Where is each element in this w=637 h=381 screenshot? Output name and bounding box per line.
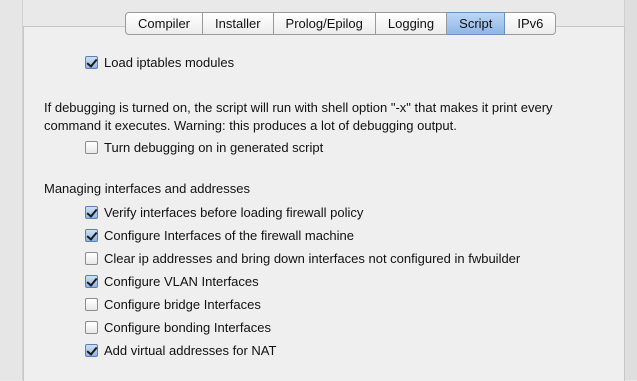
load-iptables-label: Load iptables modules — [104, 54, 235, 70]
section-heading: Managing interfaces and addresses — [44, 181, 250, 196]
debugging-note-line-1: If debugging is turned on, the script wi… — [44, 100, 553, 115]
tab-bar: Compiler Installer Prolog/Epilog Logging… — [125, 12, 557, 35]
configure-vlan-checkbox[interactable] — [85, 274, 98, 288]
configure-bonding-option[interactable]: Configure bonding Interfaces — [85, 318, 271, 336]
load-iptables-checkbox[interactable] — [85, 55, 98, 69]
configure-bridge-label: Configure bridge Interfaces — [104, 296, 261, 312]
configure-interfaces-label: Configure Interfaces of the firewall mac… — [104, 227, 355, 243]
clear-ip-addresses-checkbox[interactable] — [85, 251, 98, 265]
verify-interfaces-option[interactable]: Verify interfaces before loading firewal… — [85, 203, 363, 221]
tab-ipv6[interactable]: IPv6 — [505, 12, 557, 35]
configure-vlan-label: Configure VLAN Interfaces — [104, 273, 259, 289]
debugging-note-line-2: command it executes. Warning: this produ… — [44, 118, 457, 133]
configure-interfaces-option[interactable]: Configure Interfaces of the firewall mac… — [85, 226, 354, 244]
configure-bonding-checkbox[interactable] — [85, 320, 98, 334]
add-virtual-addresses-label: Add virtual addresses for NAT — [104, 342, 277, 358]
configure-bonding-label: Configure bonding Interfaces — [104, 319, 271, 335]
window-left-edge — [0, 0, 23, 380]
verify-interfaces-checkbox[interactable] — [85, 205, 98, 219]
configure-bridge-option[interactable]: Configure bridge Interfaces — [85, 295, 261, 313]
tab-installer[interactable]: Installer — [203, 12, 274, 35]
configure-bridge-checkbox[interactable] — [85, 297, 98, 311]
turn-debugging-option[interactable]: Turn debugging on in generated script — [85, 138, 323, 156]
verify-interfaces-label: Verify interfaces before loading firewal… — [104, 204, 364, 220]
add-virtual-addresses-option[interactable]: Add virtual addresses for NAT — [85, 341, 276, 359]
tab-script[interactable]: Script — [447, 12, 506, 35]
clear-ip-addresses-option[interactable]: Clear ip addresses and bring down interf… — [85, 249, 520, 267]
tab-prolog-epilog[interactable]: Prolog/Epilog — [273, 12, 376, 35]
turn-debugging-checkbox[interactable] — [85, 140, 98, 154]
configure-interfaces-checkbox[interactable] — [85, 228, 98, 242]
tab-logging[interactable]: Logging — [375, 12, 448, 35]
tab-compiler[interactable]: Compiler — [125, 12, 204, 35]
add-virtual-addresses-checkbox[interactable] — [85, 343, 98, 357]
clear-ip-addresses-label: Clear ip addresses and bring down interf… — [104, 250, 521, 266]
load-iptables-option[interactable]: Load iptables modules — [85, 53, 234, 71]
configure-vlan-option[interactable]: Configure VLAN Interfaces — [85, 272, 259, 290]
window-right-edge — [624, 0, 637, 380]
turn-debugging-label: Turn debugging on in generated script — [104, 139, 324, 155]
